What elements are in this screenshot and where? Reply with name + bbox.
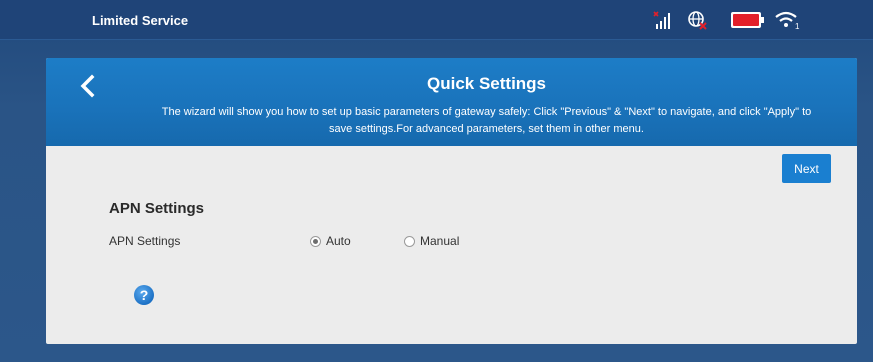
help-icon[interactable]: ?: [133, 284, 155, 306]
apn-manual-label: Manual: [420, 234, 460, 248]
section-title: APN Settings: [109, 200, 205, 217]
help-glyph: ?: [140, 287, 149, 303]
description-line-1: The wizard will show you how to set up b…: [161, 106, 812, 118]
page-title: Quick Settings: [426, 74, 547, 93]
apn-auto-radio[interactable]: Auto: [310, 234, 351, 248]
battery-icon: [731, 12, 764, 28]
apn-manual-radio[interactable]: Manual: [404, 234, 459, 248]
apn-settings-label: APN Settings: [109, 234, 181, 248]
radio-unchecked-icon[interactable]: [404, 235, 415, 247]
next-button[interactable]: Next: [782, 154, 831, 183]
wizard-description: The wizard will show you how to set up b…: [116, 104, 857, 138]
svg-text:1: 1: [795, 22, 800, 31]
wifi-icon: 1: [775, 11, 800, 31]
apn-auto-label: Auto: [326, 234, 351, 248]
service-status: Limited Service: [92, 13, 189, 28]
status-bar: Limited Service 1: [0, 0, 873, 40]
quick-settings-panel: Quick Settings The wizard will show you …: [46, 58, 857, 344]
panel-header: Quick Settings The wizard will show you …: [46, 58, 857, 146]
globe-icon: [688, 11, 707, 30]
signal-icon: [653, 11, 670, 29]
description-line-2: save settings.For advanced parameters, s…: [329, 123, 644, 135]
radio-checked-icon[interactable]: [310, 235, 321, 247]
